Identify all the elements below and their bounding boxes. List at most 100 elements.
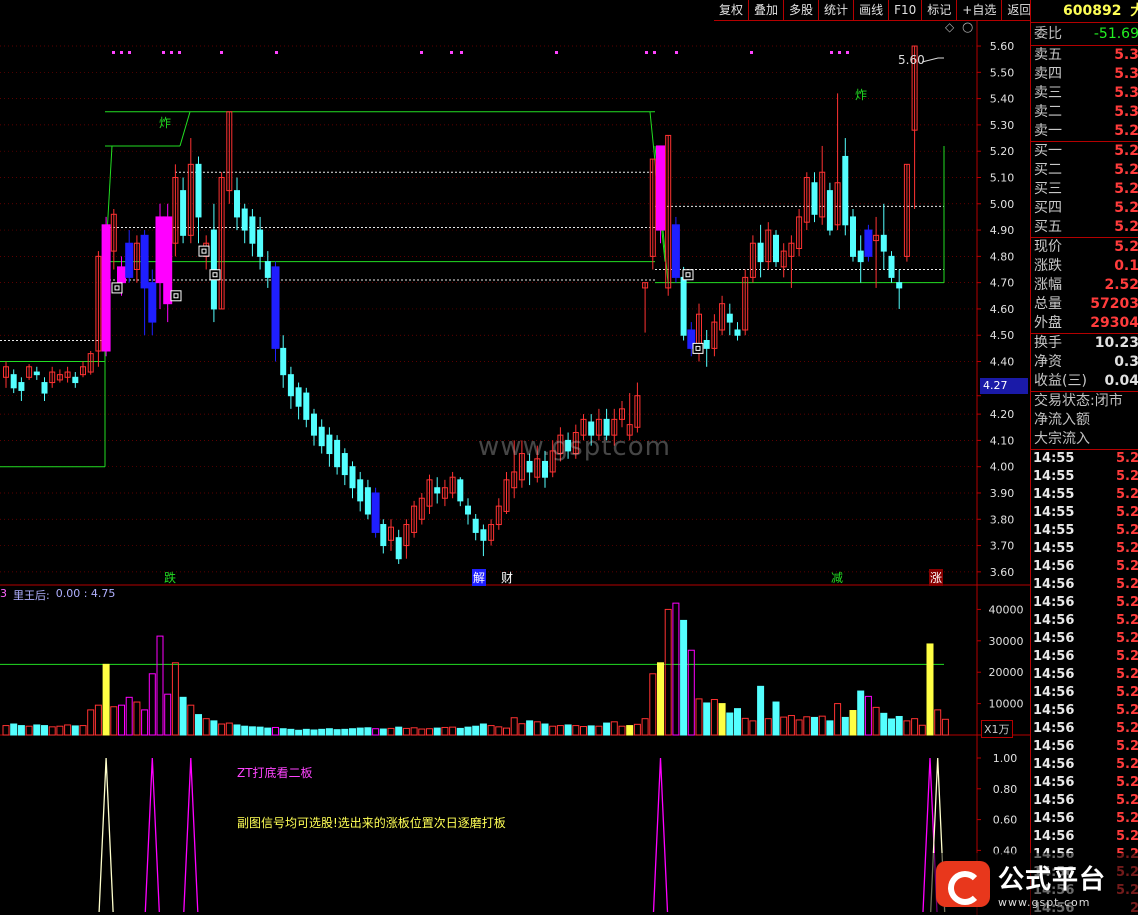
- stats-label: 总量: [1034, 296, 1062, 312]
- volume-bar: [864, 695, 872, 736]
- volume-bar: [503, 727, 510, 736]
- volume-bar: [102, 663, 110, 736]
- zha-signal-1: 炸: [159, 116, 172, 130]
- asks-label: 卖三: [1034, 85, 1062, 101]
- volume-bar: [302, 728, 310, 736]
- volume-bar: [888, 718, 895, 736]
- signal-dot: [645, 51, 648, 54]
- signal-dot: [653, 51, 656, 54]
- toolbar-button-0[interactable]: 复权: [714, 0, 750, 20]
- stats-value: 2.52: [1104, 277, 1138, 293]
- toolbar-button-4[interactable]: 画线: [854, 0, 890, 20]
- candle: [395, 529, 402, 564]
- volume-panel-values: 0.00 : 4.75: [55, 587, 116, 600]
- volume-bar: [156, 635, 164, 736]
- candle: [388, 519, 394, 551]
- sub-panel-title: ZT打底看二板: [237, 766, 313, 780]
- candle: [163, 203, 173, 323]
- volume-bar: [580, 726, 587, 736]
- price-tick-label: 4.50: [990, 329, 1015, 342]
- marker-square: [209, 269, 221, 281]
- candle-body: [880, 234, 887, 252]
- marker-square: [692, 342, 704, 354]
- logo-icon: [936, 861, 990, 907]
- candle-body: [264, 261, 271, 278]
- tick-row: 14:55 5.2: [1031, 468, 1138, 486]
- volume-bar: [71, 725, 79, 736]
- candle-body: [472, 518, 479, 533]
- candle-body: [671, 224, 680, 278]
- top-toolbar: 复权 叠加 多股 统计 画线 F10 标记 +自选 返回: [714, 0, 1038, 21]
- tick-time: 14:55: [1033, 469, 1075, 484]
- volume-bar: [248, 726, 256, 736]
- volume-bar: [79, 725, 87, 736]
- volume-bar: [749, 720, 757, 736]
- volume-bar: [618, 725, 626, 736]
- tick-price: 5.2: [1115, 487, 1138, 502]
- volume-bar: [202, 718, 210, 736]
- zhang-signal: 涨: [929, 569, 944, 586]
- volume-bar: [433, 727, 441, 736]
- volume-bar: [795, 719, 803, 736]
- candle-body: [773, 234, 779, 263]
- candle: [125, 230, 134, 283]
- signal-spike: [98, 757, 114, 913]
- bids-row: 买五 5.2: [1031, 218, 1138, 237]
- toolbar-button-2[interactable]: 多股: [784, 0, 820, 20]
- toolbar-diamond-icon[interactable]: ◇: [945, 20, 954, 34]
- candle: [642, 282, 649, 333]
- stats2-label: 换手: [1034, 335, 1062, 351]
- candle-body: [295, 387, 302, 407]
- signal-dot: [420, 51, 423, 54]
- candle-body: [140, 234, 149, 289]
- candle: [371, 487, 380, 538]
- signal-dot: [120, 51, 123, 54]
- candle: [3, 361, 9, 388]
- candle: [140, 230, 149, 336]
- candle: [888, 251, 895, 283]
- top-signal-dots: [112, 51, 849, 54]
- volume-bar: [418, 728, 426, 736]
- tick-row: 14:56 5.2: [1031, 738, 1138, 756]
- candle: [218, 172, 225, 310]
- volume-bar: [256, 726, 264, 736]
- site-logo: 公式平台 www.gspt.com: [930, 853, 1138, 915]
- toolbar-button-3[interactable]: 统计: [819, 0, 855, 20]
- candle: [649, 158, 656, 270]
- toolbar-button-5[interactable]: F10: [889, 0, 923, 20]
- tick-price: 5.2: [1115, 829, 1138, 844]
- zha-signal-2: 炸: [855, 88, 868, 102]
- signal-dot: [555, 51, 558, 54]
- volume-bar: [379, 728, 387, 736]
- volume-panel-header: 3 里王后: 0.00 : 4.75: [0, 587, 115, 603]
- toolbar-circle-icon[interactable]: ○: [962, 20, 973, 35]
- volume-bar: [803, 716, 811, 736]
- bids-value: 5.2: [1114, 219, 1138, 235]
- price-tick-label: 5.20: [990, 145, 1015, 158]
- candle-body: [72, 376, 79, 384]
- stats-list: 现价 5.2 涨跌 0.1 涨幅 2.52 总量 57203 外盘 29304: [1031, 238, 1138, 334]
- candle: [148, 269, 157, 336]
- tick-row: 14:56 5.2: [1031, 558, 1138, 576]
- candle: [80, 361, 86, 378]
- toolbar-button-7[interactable]: +自选: [957, 0, 1003, 20]
- volume-bar: [272, 726, 279, 736]
- volume-bar: [526, 720, 534, 736]
- toolbar-button-1[interactable]: 叠加: [749, 0, 785, 20]
- watermark-center: www.gsptcom: [478, 432, 671, 462]
- volume-bar: [772, 701, 780, 736]
- candle-body: [896, 282, 903, 289]
- volume-bar: [10, 723, 18, 736]
- price-tick-label: 4.00: [990, 461, 1015, 474]
- candle: [472, 514, 479, 541]
- candle: [773, 230, 779, 267]
- candle-body: [364, 487, 371, 515]
- asks-value: 5.3: [1114, 104, 1138, 120]
- volume-bar: [171, 662, 179, 736]
- candle-body: [326, 434, 333, 455]
- tick-row: 14:55 5.2: [1031, 450, 1138, 468]
- toolbar-button-6[interactable]: 标记: [922, 0, 958, 20]
- tick-time: 14:56: [1033, 793, 1075, 808]
- volume-bar: [479, 723, 487, 736]
- volume-bar: [410, 727, 418, 736]
